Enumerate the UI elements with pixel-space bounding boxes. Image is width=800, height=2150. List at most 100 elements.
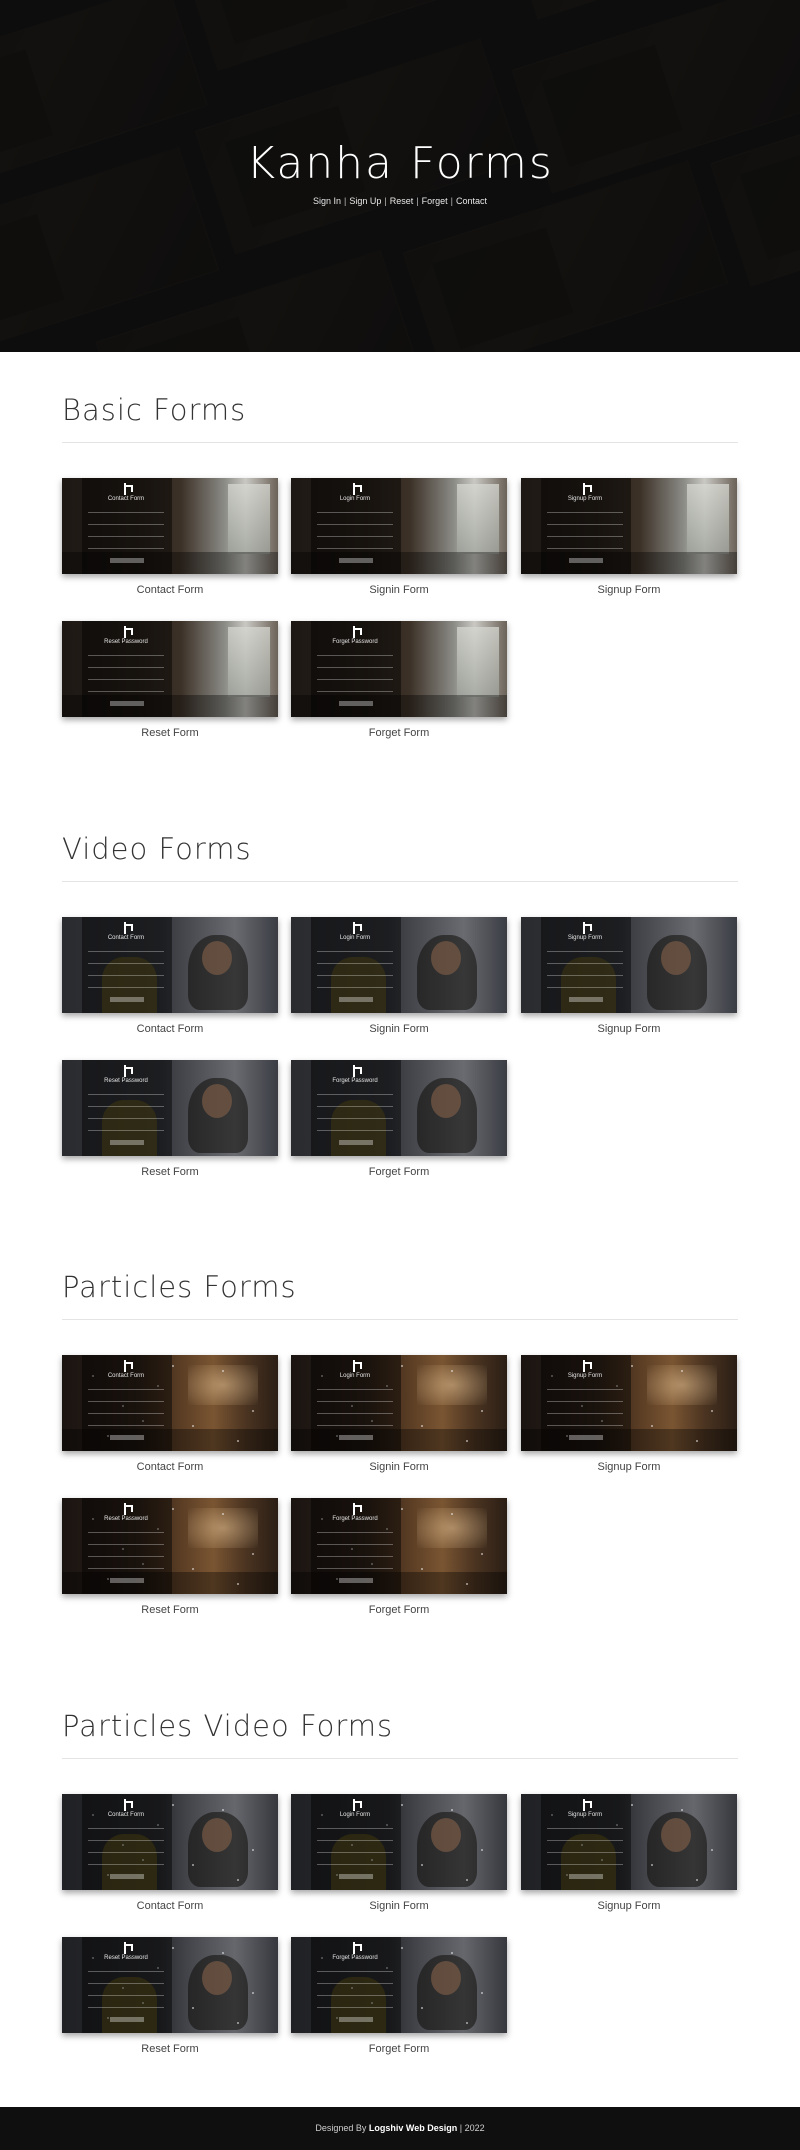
form-card[interactable]: Reset Password Reset Form [62, 1498, 278, 1616]
form-preview-thumbnail[interactable]: Login Form [291, 478, 507, 574]
form-card[interactable]: Signup Form Signup Form [521, 1355, 737, 1473]
form-card-label[interactable]: Reset Form [62, 2043, 278, 2055]
thumbnail-form-title: Reset Password [104, 1516, 148, 1522]
form-preview-thumbnail[interactable]: Signup Form [521, 478, 737, 574]
thumbnail-form-title: Contact Form [107, 1373, 145, 1379]
nav-link-contact[interactable]: Contact [456, 196, 487, 206]
thumbnail-form-title: Forget Password [332, 1955, 378, 1961]
thumbnail-form-title: Login Form [339, 935, 371, 941]
thumbnail-form-title: Forget Password [332, 639, 378, 645]
form-card[interactable]: Signup Form Signup Form [521, 478, 737, 596]
form-preview-thumbnail[interactable]: Contact Form [62, 1355, 278, 1451]
form-card[interactable]: Login Form Signin Form [291, 917, 507, 1035]
form-card-label[interactable]: Contact Form [62, 1461, 278, 1473]
thumbnail-form-title: Contact Form [107, 935, 145, 941]
form-preview-thumbnail[interactable]: Contact Form [62, 478, 278, 574]
section-basic: Basic Forms Contact Form Contact Form Login… [62, 393, 738, 773]
form-preview-thumbnail[interactable]: Signup Form [521, 917, 737, 1013]
form-card[interactable]: Forget Password Forget Form [291, 1498, 507, 1616]
form-card-label[interactable]: Signin Form [291, 1023, 507, 1035]
form-card[interactable]: Reset Password Reset Form [62, 1937, 278, 2055]
form-card[interactable]: Contact Form Contact Form [62, 1794, 278, 1912]
form-preview-thumbnail[interactable]: Contact Form [62, 1794, 278, 1890]
thumbnail-form-title: Forget Password [332, 1078, 378, 1084]
brand-logo-icon [122, 483, 133, 495]
form-card-label[interactable]: Signin Form [291, 1900, 507, 1912]
thumbnail-form-title: Signup Form [567, 496, 603, 502]
brand-logo-icon [351, 626, 362, 638]
brand-logo-icon [351, 483, 362, 495]
form-card[interactable]: Reset Password Reset Form [62, 621, 278, 739]
form-card-label[interactable]: Signin Form [291, 584, 507, 596]
brand-logo-icon [351, 1065, 362, 1077]
section-divider [62, 1758, 738, 1759]
form-card[interactable]: Forget Password Forget Form [291, 621, 507, 739]
nav-separator: | [344, 196, 347, 206]
form-preview-thumbnail[interactable]: Login Form [291, 917, 507, 1013]
thumbnail-form-title: Contact Form [107, 1812, 145, 1818]
form-card-label[interactable]: Signup Form [521, 1023, 737, 1035]
brand-logo-icon [351, 1942, 362, 1954]
form-card[interactable]: Reset Password Reset Form [62, 1060, 278, 1178]
form-preview-thumbnail[interactable]: Reset Password [62, 621, 278, 717]
form-card[interactable]: Contact Form Contact Form [62, 917, 278, 1035]
form-preview-thumbnail[interactable]: Reset Password [62, 1060, 278, 1156]
brand-logo-icon [122, 626, 133, 638]
form-preview-thumbnail[interactable]: Forget Password [291, 1937, 507, 2033]
brand-logo-icon [581, 1360, 592, 1372]
form-preview-thumbnail[interactable]: Reset Password [62, 1937, 278, 2033]
footer-brand-link[interactable]: Logshiv Web Design [369, 2123, 457, 2133]
section-title: Video Forms [62, 832, 252, 866]
brand-logo-icon [351, 1503, 362, 1515]
form-card-label[interactable]: Forget Form [291, 1166, 507, 1178]
form-preview-thumbnail[interactable]: Reset Password [62, 1498, 278, 1594]
form-card[interactable]: Forget Password Forget Form [291, 1060, 507, 1178]
nav-link-reset[interactable]: Reset [390, 196, 414, 206]
form-card[interactable]: Forget Password Forget Form [291, 1937, 507, 2055]
brand-logo-icon [122, 1065, 133, 1077]
nav-link-sign-in[interactable]: Sign In [313, 196, 341, 206]
section-divider [62, 442, 738, 443]
form-card-label[interactable]: Reset Form [62, 1166, 278, 1178]
form-card[interactable]: Login Form Signin Form [291, 1794, 507, 1912]
form-card[interactable]: Login Form Signin Form [291, 1355, 507, 1473]
form-preview-thumbnail[interactable]: Login Form [291, 1355, 507, 1451]
form-card[interactable]: Signup Form Signup Form [521, 917, 737, 1035]
form-preview-thumbnail[interactable]: Forget Password [291, 1498, 507, 1594]
hero-banner: Kanha Forms Sign In | Sign Up | Reset | Forget… [0, 0, 800, 352]
form-card-label[interactable]: Contact Form [62, 1023, 278, 1035]
form-preview-thumbnail[interactable]: Signup Form [521, 1794, 737, 1890]
form-card-label[interactable]: Signup Form [521, 584, 737, 596]
form-card-label[interactable]: Forget Form [291, 727, 507, 739]
form-preview-thumbnail[interactable]: Forget Password [291, 1060, 507, 1156]
footer: Designed By Logshiv Web Design | 2022 [0, 2107, 800, 2150]
form-card[interactable]: Login Form Signin Form [291, 478, 507, 596]
form-card-label[interactable]: Forget Form [291, 1604, 507, 1616]
form-card-label[interactable]: Signin Form [291, 1461, 507, 1473]
form-card-label[interactable]: Forget Form [291, 2043, 507, 2055]
form-preview-thumbnail[interactable]: Contact Form [62, 917, 278, 1013]
section-title: Particles Forms [62, 1270, 297, 1304]
form-preview-thumbnail[interactable]: Login Form [291, 1794, 507, 1890]
brand-logo-icon [581, 483, 592, 495]
brand-logo-icon [351, 1360, 362, 1372]
form-card-label[interactable]: Signup Form [521, 1900, 737, 1912]
form-card[interactable]: Contact Form Contact Form [62, 1355, 278, 1473]
nav-link-sign-up[interactable]: Sign Up [349, 196, 381, 206]
nav-link-forget[interactable]: Forget [422, 196, 448, 206]
form-card-label[interactable]: Signup Form [521, 1461, 737, 1473]
nav-separator: | [450, 196, 453, 206]
form-card-label[interactable]: Contact Form [62, 1900, 278, 1912]
form-preview-thumbnail[interactable]: Signup Form [521, 1355, 737, 1451]
section-video: Video Forms Contact Form Contact Form Login… [62, 832, 738, 1212]
form-card-label[interactable]: Reset Form [62, 727, 278, 739]
brand-logo-icon [351, 922, 362, 934]
form-card[interactable]: Contact Form Contact Form [62, 478, 278, 596]
form-card[interactable]: Signup Form Signup Form [521, 1794, 737, 1912]
brand-logo-icon [581, 1799, 592, 1811]
form-preview-thumbnail[interactable]: Forget Password [291, 621, 507, 717]
section-title: Particles Video Forms [62, 1709, 394, 1743]
form-card-label[interactable]: Contact Form [62, 584, 278, 596]
brand-logo-icon [122, 1942, 133, 1954]
form-card-label[interactable]: Reset Form [62, 1604, 278, 1616]
